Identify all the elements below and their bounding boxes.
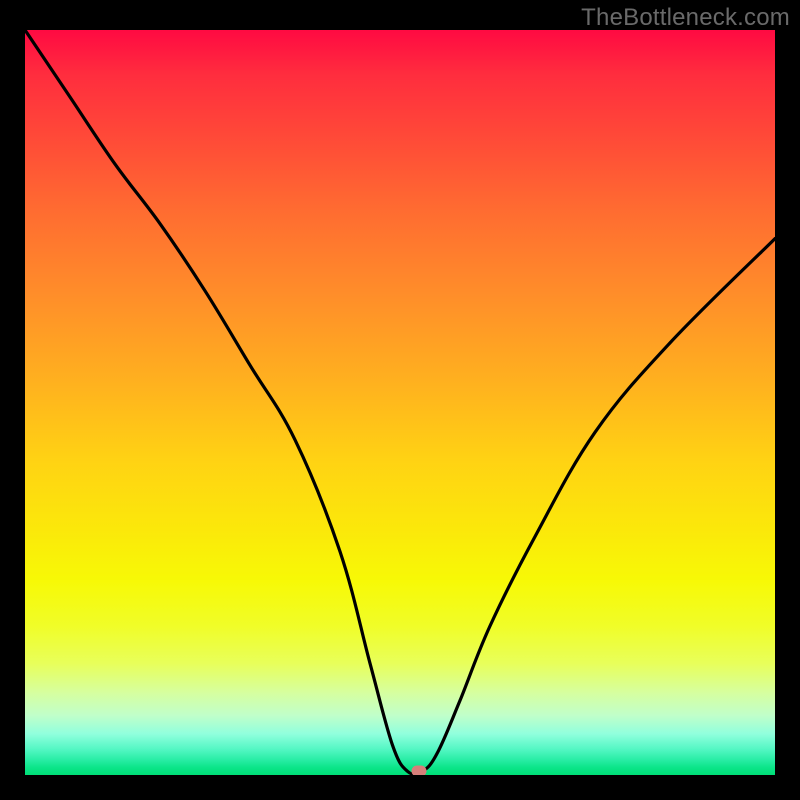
plot-area — [25, 30, 775, 775]
bottleneck-curve — [25, 30, 775, 775]
chart-frame: TheBottleneck.com — [0, 0, 800, 800]
watermark-text: TheBottleneck.com — [581, 4, 790, 32]
optimal-marker — [411, 766, 426, 775]
